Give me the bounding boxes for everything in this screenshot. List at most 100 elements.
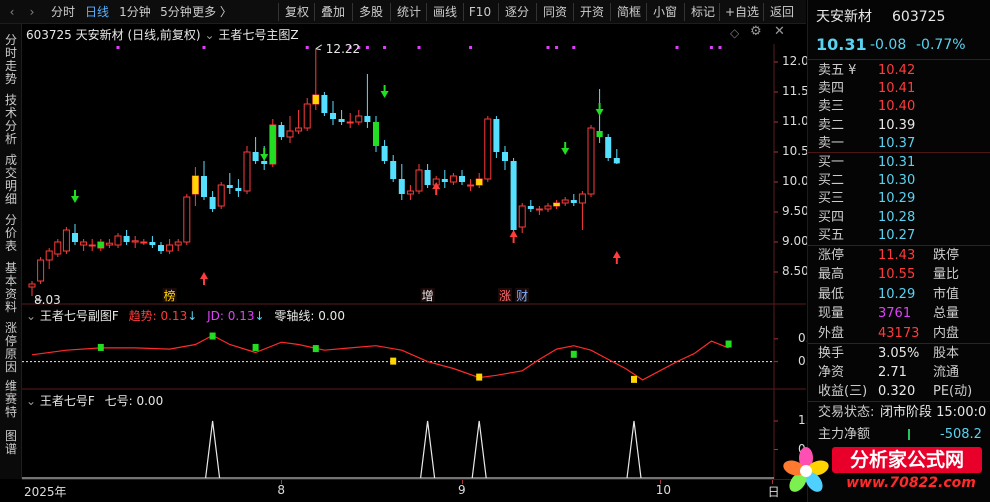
left-tab[interactable]: 图谱 <box>3 430 19 456</box>
chart-settings-icon[interactable]: ⚙ <box>750 24 762 39</box>
toolbar-item[interactable]: 返回 <box>765 0 799 24</box>
forward-arrow-icon[interactable]: › <box>24 0 40 24</box>
event-marker[interactable]: 榜 <box>164 288 176 303</box>
candle-body <box>484 118 492 180</box>
chart-area: 12.22 8.03 榜 增 涨财 603725 天安新材 (日线,前复权) ⌄ 王者七… <box>22 24 825 479</box>
toolbar-item[interactable]: 1分钟 <box>115 0 155 24</box>
quote-row-label: 买五 <box>818 227 845 243</box>
signal-dot <box>546 46 550 49</box>
toolbar-item[interactable]: 5分钟 <box>156 0 196 24</box>
candle-body <box>441 179 448 182</box>
quote-row-value: 10.27 <box>878 227 916 243</box>
candle-body <box>449 175 457 183</box>
candle-body <box>510 161 517 230</box>
left-tab[interactable]: 分价表 <box>3 214 19 253</box>
sub2-title: ⌄ 王者七号F 七号: 0.00 <box>26 392 163 409</box>
toolbar-item[interactable]: 简框 <box>612 0 646 24</box>
trend-value: 0.13 <box>160 309 188 323</box>
quote-row-value: 10.29 <box>878 286 916 302</box>
left-vertical-tabs: 分时走势技术分析成交明细分价表基本资料涨停原因维赛特图谱 <box>0 24 22 479</box>
indicator-chevron-icon[interactable]: ⌄ <box>204 28 218 42</box>
trade-status-row: 交易状态: 闭市阶段 15:00:0 <box>808 403 990 422</box>
back-arrow-icon[interactable]: ‹ <box>4 0 20 24</box>
highlight-candle <box>373 122 379 146</box>
candle-body <box>338 119 345 122</box>
main-flow-bar <box>908 429 910 440</box>
left-tab[interactable]: 基本资料 <box>3 262 19 314</box>
toolbar-item[interactable]: 画线 <box>428 0 462 24</box>
toolbar-item[interactable]: 更多 〉 <box>192 0 232 24</box>
date-axis-label: 10 <box>655 483 672 497</box>
toolbar-separator <box>426 3 427 21</box>
main-indicator-name[interactable]: 王者七号主图Z <box>218 28 298 42</box>
seven-spike <box>420 420 436 479</box>
quote-row: 买一 10.31 <box>808 153 990 172</box>
candle-body <box>544 205 552 210</box>
toolbar-item[interactable]: 开资 <box>575 0 609 24</box>
quote-row-value: 3761 <box>878 306 912 322</box>
event-marker[interactable]: 增 <box>422 289 434 303</box>
quote-row-value: 43173 <box>878 325 920 341</box>
toolbar-separator <box>536 3 537 21</box>
price-change-pct: -0.77% <box>916 37 966 53</box>
price-axis-label: 9.00 <box>782 234 809 248</box>
signal-dot <box>202 46 206 49</box>
quote-row-value: 10.42 <box>878 63 916 78</box>
event-marker[interactable]: 财 <box>516 289 528 303</box>
toolbar-item[interactable]: +自选 <box>721 0 763 24</box>
left-tab[interactable]: 分时走势 <box>3 34 19 86</box>
left-tab[interactable]: 成交明细 <box>3 154 19 206</box>
sub2-indicator-name[interactable]: 王者七号F <box>40 394 95 408</box>
quote-row-label: 买三 <box>818 191 845 207</box>
chart-canvas[interactable]: 12.22 8.03 榜 增 涨财 <box>22 24 806 479</box>
trade-status-label: 交易状态: <box>818 405 875 420</box>
toolbar-item[interactable]: 统计 <box>392 0 426 24</box>
toolbar-separator <box>610 3 611 21</box>
quote-row-label: 最高 <box>818 267 845 283</box>
sell-arrow-icon <box>595 103 604 116</box>
candle-body <box>561 199 569 204</box>
candle-body <box>390 161 397 179</box>
toolbar-item[interactable]: 同资 <box>538 0 572 24</box>
toolbar-item[interactable]: 小窗 <box>648 0 682 24</box>
quote-row: 现量 3761 总量 <box>808 304 990 323</box>
candle-body <box>62 229 70 252</box>
candle-body <box>286 130 294 138</box>
candle-body <box>54 241 62 255</box>
highlight-candle <box>596 131 603 137</box>
toolbar-item[interactable]: 标记 <box>686 0 720 24</box>
sub1-indicator-name[interactable]: 王者七号副图F <box>40 309 119 323</box>
left-tab[interactable]: 技术分析 <box>3 94 19 146</box>
zero-line-label: 零轴线: <box>274 309 315 323</box>
toolbar-separator <box>646 3 647 21</box>
candle-body <box>467 184 475 187</box>
buy-arrow-icon <box>509 230 518 243</box>
sub1-chevron-icon[interactable]: ⌄ <box>26 309 40 323</box>
left-tab[interactable]: 维赛特 <box>3 380 19 419</box>
toolbar-item[interactable]: 复权 <box>280 0 314 24</box>
quote-row-value: 10.37 <box>878 135 916 151</box>
toolbar-item[interactable]: 日线 <box>82 0 112 24</box>
diamond-icon[interactable]: ◇ <box>730 26 739 40</box>
quote-header: 天安新材 603725 <box>808 8 990 28</box>
quote-row-label: 卖三 <box>818 99 845 115</box>
left-tab[interactable]: 涨停原因 <box>3 322 19 374</box>
quote-row: 卖二 10.39 <box>808 116 990 135</box>
candle-body <box>459 176 465 182</box>
quote-row: 卖三 10.40 <box>808 97 990 116</box>
low-price-label: 8.03 <box>34 293 61 307</box>
toolbar-item[interactable]: 多股 <box>354 0 388 24</box>
last-price: 10.31 <box>816 35 867 54</box>
toolbar-item[interactable]: F10 <box>465 0 495 24</box>
quote-row: 换手 3.05% 股本 <box>808 344 990 363</box>
toolbar-item[interactable]: 叠加 <box>316 0 350 24</box>
sub2-chevron-icon[interactable]: ⌄ <box>26 394 40 408</box>
seven-value: 0.00 <box>136 394 164 408</box>
event-marker[interactable]: 涨 <box>499 288 511 303</box>
quote-row-label2: 总量 <box>933 306 960 322</box>
toolbar-item[interactable]: 分时 <box>48 0 78 24</box>
candle-body <box>303 103 311 129</box>
buy-arrow-icon <box>612 251 621 264</box>
toolbar-item[interactable]: 逐分 <box>500 0 534 24</box>
close-icon[interactable]: ✕ <box>774 24 785 39</box>
